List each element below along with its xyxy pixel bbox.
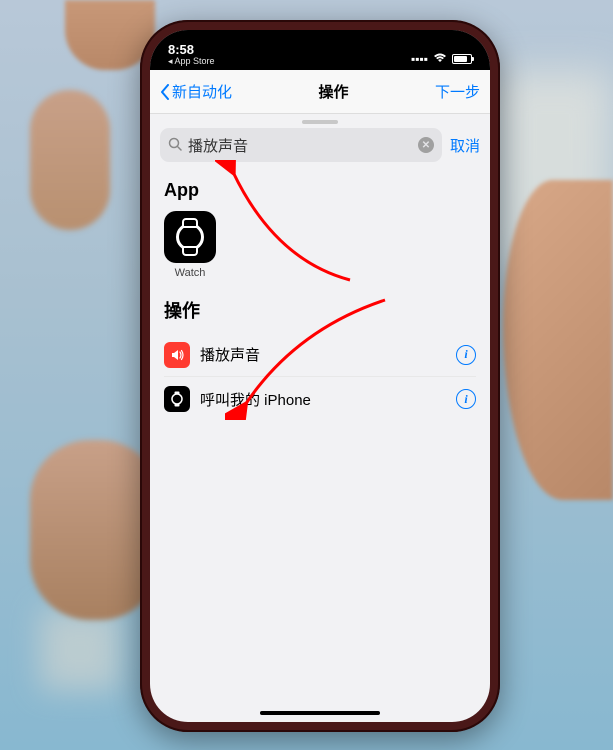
nav-next-button[interactable]: 下一步 [435, 81, 480, 102]
info-icon[interactable]: i [456, 389, 476, 409]
iphone-frame: 8:58 ◂ App Store ▪▪▪▪ 新自动化 操作 下一步 [140, 20, 500, 732]
chevron-left-icon [160, 84, 170, 100]
notch [235, 30, 405, 56]
battery-icon [452, 54, 472, 64]
speaker-icon [164, 342, 190, 368]
section-header-actions: 操作 [150, 279, 490, 333]
signal-icon: ▪▪▪▪ [411, 52, 428, 66]
action-list: 播放声音 i 呼叫我的 iPhone i [150, 333, 490, 421]
page-title: 操作 [318, 81, 348, 102]
nav-bar: 新自动化 操作 下一步 [150, 70, 490, 114]
action-row-ping-iphone[interactable]: 呼叫我的 iPhone i [164, 377, 476, 421]
apps-row: Watch [150, 211, 490, 279]
search-icon [168, 137, 182, 154]
nav-back-label: 新自动化 [172, 81, 232, 102]
breadcrumb-back-app[interactable]: ◂ App Store [168, 57, 215, 66]
action-label: 播放声音 [200, 344, 446, 365]
sheet-handle[interactable] [302, 120, 338, 124]
clear-search-button[interactable]: ✕ [418, 137, 434, 153]
app-item-watch[interactable]: Watch [164, 211, 216, 279]
wifi-icon [433, 52, 447, 66]
action-label: 呼叫我的 iPhone [200, 389, 446, 410]
app-label: Watch [175, 267, 206, 279]
search-value: 播放声音 [188, 135, 412, 156]
nav-back-button[interactable]: 新自动化 [160, 81, 232, 102]
screen: 8:58 ◂ App Store ▪▪▪▪ 新自动化 操作 下一步 [150, 30, 490, 722]
background-blur [40, 610, 120, 690]
background-blur [493, 70, 613, 270]
action-row-play-sound[interactable]: 播放声音 i [164, 333, 476, 377]
cancel-button[interactable]: 取消 [450, 135, 480, 156]
status-time: 8:58 [168, 43, 215, 56]
search-input[interactable]: 播放声音 ✕ [160, 128, 442, 162]
info-icon[interactable]: i [456, 345, 476, 365]
watch-icon [164, 386, 190, 412]
home-indicator[interactable] [260, 711, 380, 715]
watch-app-icon [164, 211, 216, 263]
search-row: 播放声音 ✕ 取消 [150, 128, 490, 162]
section-header-apps: App [150, 162, 490, 211]
